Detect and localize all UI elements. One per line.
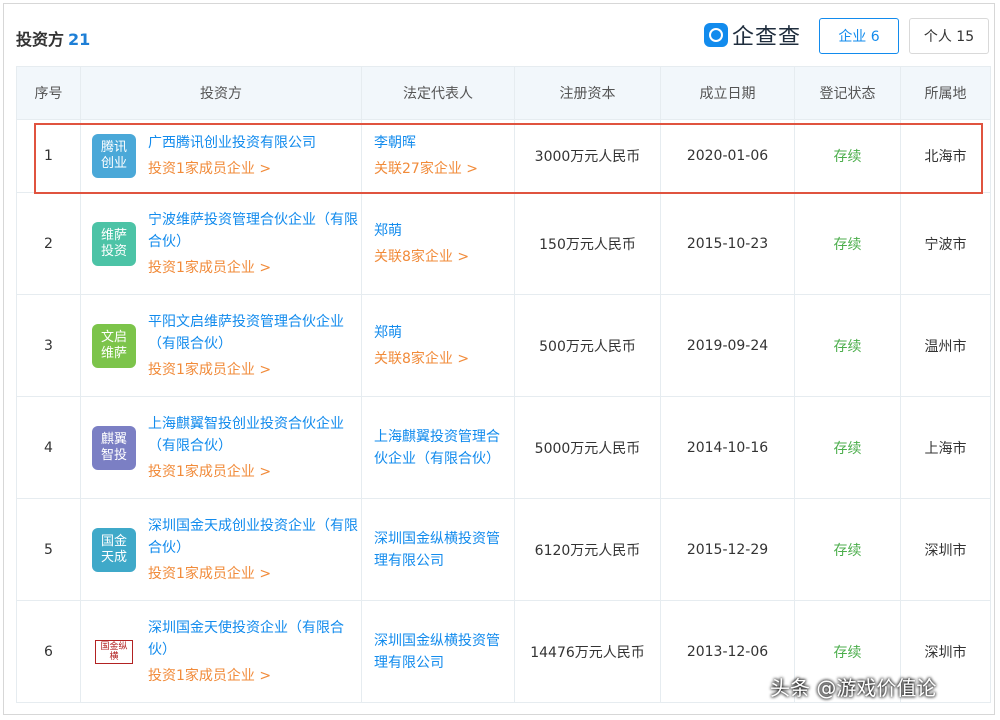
column-header-region: 所属地 — [900, 66, 991, 120]
investor-panel: 投资方 21 企查查 企业 6 个人 15 序号 投资方 法定代表人 注册资本 成… — [3, 3, 995, 715]
status-cell: 存续 — [794, 119, 901, 193]
table-row: 5 国金天成深圳国金天成创业投资企业（有限合伙） 投资1家成员企业深圳国金纵横投资管… — [16, 498, 991, 601]
company-avatar-text: 维萨投资 — [100, 227, 127, 259]
table-row: 2 维萨投资宁波维萨投资管理合伙企业（有限合伙） 投资1家成员企业郑萌关联8家企业1… — [16, 192, 991, 295]
row-index: 6 — [16, 600, 81, 703]
panel-title-text: 投资方 — [16, 30, 65, 49]
investor-cell: 国金纵横 深圳国金天使投资企业（有限合伙） 投资1家成员企业 — [80, 600, 362, 703]
company-avatar-text: 国金天成 — [100, 533, 127, 565]
legal-rep-cell: 深圳国金纵横投资管理有限公司 — [361, 498, 515, 601]
date-cell: 2015-10-23 — [660, 192, 795, 295]
column-header-investor: 投资方 — [80, 66, 362, 120]
legal-rep-cell: 郑萌关联8家企业 — [361, 294, 515, 397]
region-cell: 温州市 — [900, 294, 991, 397]
legal-rep-cell: 李朝晖关联27家企业 — [361, 119, 515, 193]
legal-rep-link[interactable]: 深圳国金纵横投资管理有限公司 — [374, 630, 513, 674]
status-cell: 存续 — [794, 192, 901, 295]
investor-cell: 维萨投资 宁波维萨投资管理合伙企业（有限合伙） 投资1家成员企业 — [80, 192, 362, 295]
legal-rep-link[interactable]: 深圳国金纵横投资管理有限公司 — [374, 528, 513, 572]
legal-rep-link[interactable]: 李朝晖 — [374, 132, 513, 154]
capital-cell: 3000万元人民币 — [514, 119, 661, 193]
investor-members-link[interactable]: 投资1家成员企业 — [148, 461, 360, 483]
qichacha-logo: 企查查 — [704, 20, 801, 50]
capital-cell: 500万元人民币 — [514, 294, 661, 397]
investor-members-link[interactable]: 投资1家成员企业 — [148, 665, 360, 687]
investor-name-link[interactable]: 上海麒翼智投创业投资合伙企业（有限合伙） — [148, 413, 360, 457]
table-row: 4 麒翼智投上海麒翼智投创业投资合伙企业（有限合伙） 投资1家成员企业上海麒翼投资管… — [16, 396, 991, 499]
company-avatar: 文启维萨 — [92, 323, 136, 368]
investor-table: 序号 投资方 法定代表人 注册资本 成立日期 登记状态 所属地 1 腾讯创业 广西腾… — [16, 66, 991, 703]
legal-rep-cell: 深圳国金纵横投资管理有限公司 — [361, 600, 515, 703]
qichacha-logo-icon — [704, 23, 728, 47]
region-cell: 北海市 — [900, 119, 991, 193]
row-index: 4 — [16, 396, 81, 499]
legal-rep-link[interactable]: 郑萌 — [374, 322, 513, 344]
investor-cell: 麒翼智投 上海麒翼智投创业投资合伙企业（有限合伙） 投资1家成员企业 — [80, 396, 362, 499]
column-header-index: 序号 — [16, 66, 81, 120]
date-cell: 2020-01-06 — [660, 119, 795, 193]
column-header-date: 成立日期 — [660, 66, 795, 120]
row-index: 1 — [16, 119, 81, 193]
investor-name-link[interactable]: 平阳文启维萨投资管理合伙企业（有限合伙） — [148, 311, 360, 355]
company-avatar: 腾讯创业 — [92, 134, 136, 178]
capital-cell: 5000万元人民币 — [514, 396, 661, 499]
legal-rep-cell: 上海麒翼投资管理合伙企业（有限合伙） — [361, 396, 515, 499]
capital-cell: 150万元人民币 — [514, 192, 661, 295]
company-avatar: 国金天成 — [92, 527, 136, 572]
company-avatar: 麒翼智投 — [92, 425, 136, 470]
investor-cell: 腾讯创业 广西腾讯创业投资有限公司 投资1家成员企业 — [80, 119, 362, 193]
table-row: 1腾讯创业广西腾讯创业投资有限公司投资1家成员企业李朝晖关联27家企业3000万… — [16, 119, 991, 193]
date-cell: 2015-12-29 — [660, 498, 795, 601]
legal-rep-related-link[interactable]: 关联8家企业 — [374, 246, 513, 268]
tab-company[interactable]: 企业 6 — [819, 18, 899, 54]
investor-name-link[interactable]: 深圳国金天成创业投资企业（有限合伙） — [148, 515, 360, 559]
company-avatar-text: 腾讯创业 — [100, 140, 127, 171]
investor-count: 21 — [68, 30, 91, 49]
investor-members-link[interactable]: 投资1家成员企业 — [148, 158, 316, 180]
legal-rep-link[interactable]: 郑萌 — [374, 220, 513, 242]
investor-cell: 国金天成 深圳国金天成创业投资企业（有限合伙） 投资1家成员企业 — [80, 498, 362, 601]
investor-members-link[interactable]: 投资1家成员企业 — [148, 563, 360, 585]
company-avatar: 国金纵横 — [92, 629, 136, 674]
status-cell: 存续 — [794, 294, 901, 397]
table-row: 3 文启维萨平阳文启维萨投资管理合伙企业（有限合伙） 投资1家成员企业郑萌关联8家企… — [16, 294, 991, 397]
capital-cell: 6120万元人民币 — [514, 498, 661, 601]
panel-title: 投资方 21 — [16, 26, 90, 50]
investor-cell: 文启维萨 平阳文启维萨投资管理合伙企业（有限合伙） 投资1家成员企业 — [80, 294, 362, 397]
status-cell: 存续 — [794, 396, 901, 499]
status-cell: 存续 — [794, 498, 901, 601]
investor-name-link[interactable]: 广西腾讯创业投资有限公司 — [148, 132, 316, 154]
legal-rep-cell: 郑萌关联8家企业 — [361, 192, 515, 295]
row-index: 5 — [16, 498, 81, 601]
row-index: 3 — [16, 294, 81, 397]
company-avatar-text: 文启维萨 — [100, 329, 127, 361]
table-header-row: 序号 投资方 法定代表人 注册资本 成立日期 登记状态 所属地 — [16, 66, 991, 120]
row-index: 2 — [16, 192, 81, 295]
company-logo-image: 国金纵横 — [95, 639, 133, 664]
company-avatar: 维萨投资 — [92, 221, 136, 266]
legal-rep-related-link[interactable]: 关联8家企业 — [374, 348, 513, 370]
column-header-status: 登记状态 — [794, 66, 901, 120]
legal-rep-link[interactable]: 上海麒翼投资管理合伙企业（有限合伙） — [374, 426, 513, 470]
investor-name-link[interactable]: 深圳国金天使投资企业（有限合伙） — [148, 617, 360, 661]
investor-members-link[interactable]: 投资1家成员企业 — [148, 359, 360, 381]
column-header-capital: 注册资本 — [514, 66, 661, 120]
column-header-legal-rep: 法定代表人 — [361, 66, 515, 120]
region-cell: 深圳市 — [900, 498, 991, 601]
qichacha-logo-text: 企查查 — [732, 25, 802, 50]
tab-person[interactable]: 个人 15 — [909, 18, 989, 54]
date-cell: 2014-10-16 — [660, 396, 795, 499]
date-cell: 2019-09-24 — [660, 294, 795, 397]
watermark-text: 头条 @游戏价值论 — [770, 676, 937, 700]
region-cell: 宁波市 — [900, 192, 991, 295]
capital-cell: 14476万元人民币 — [514, 600, 661, 703]
investor-name-link[interactable]: 宁波维萨投资管理合伙企业（有限合伙） — [148, 209, 360, 253]
panel-header: 投资方 21 企查查 企业 6 个人 15 — [4, 4, 996, 66]
legal-rep-related-link[interactable]: 关联27家企业 — [374, 158, 513, 180]
company-avatar-text: 麒翼智投 — [100, 431, 127, 463]
investor-members-link[interactable]: 投资1家成员企业 — [148, 257, 360, 279]
region-cell: 上海市 — [900, 396, 991, 499]
